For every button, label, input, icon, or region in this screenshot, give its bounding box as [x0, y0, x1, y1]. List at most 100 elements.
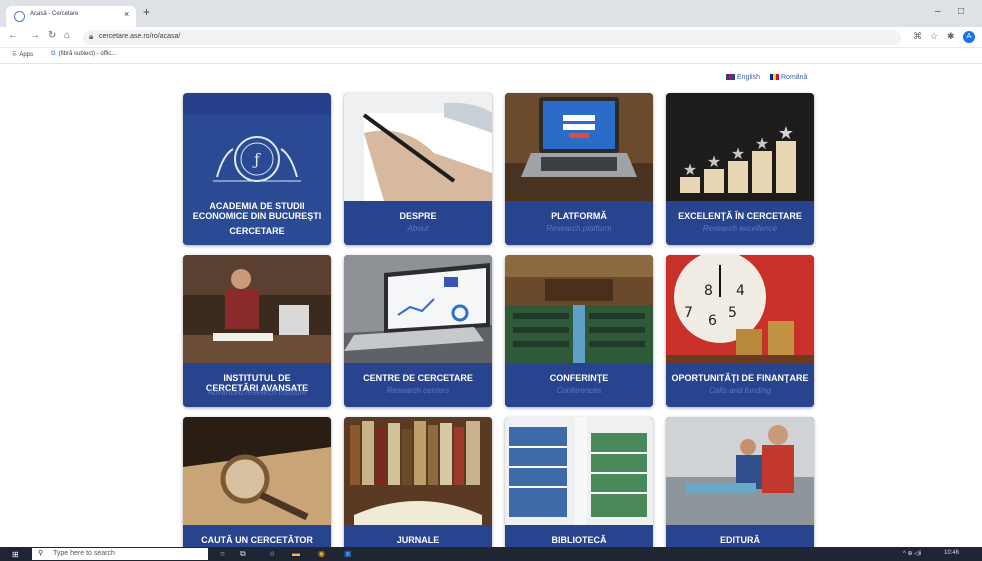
- apps-icon: ⠿: [12, 52, 17, 58]
- card-title: PLATFORMĂ: [551, 211, 607, 221]
- forward-icon[interactable]: →: [30, 30, 40, 41]
- card-platforma[interactable]: PLATFORMĂ Research platform: [505, 93, 653, 245]
- address-bar[interactable]: 🔒︎ cercetare.ase.ro/ro/acasa/: [83, 30, 901, 45]
- search-icon: ⚲: [38, 550, 44, 557]
- card-title: EXCELENŢĂ ÎN CERCETARE: [678, 211, 802, 221]
- laptop-login-image: [505, 93, 653, 201]
- tab-close-icon[interactable]: ×: [124, 9, 129, 19]
- restore-icon[interactable]: □: [958, 6, 964, 17]
- system-tray-icons[interactable]: ^ ⊕ ◁ⅱ: [903, 550, 922, 557]
- google-icon: G: [51, 51, 56, 57]
- reload-icon[interactable]: ↻: [48, 30, 56, 41]
- card-despre[interactable]: DESPRE About: [344, 93, 492, 245]
- writing-pen-image: [344, 93, 492, 201]
- task-view-icon[interactable]: ⧉: [240, 549, 246, 559]
- svg-text:6: 6: [708, 313, 717, 329]
- uk-flag-icon: [726, 74, 735, 81]
- card-biblioteca[interactable]: BIBLIOTECĂ: [505, 417, 653, 547]
- card-title: OPORTUNITĂŢI DE FINANŢARE: [671, 373, 809, 383]
- bookshelves-image: [505, 417, 653, 525]
- language-romanian-label: Română: [781, 74, 808, 81]
- svg-text:ƒ: ƒ: [252, 150, 261, 169]
- taskbar-search-placeholder: Type here to search: [53, 550, 115, 557]
- browser-window: Acasă - Cercetare × + – □ ← → ↻ ⌂ 🔒︎ cer…: [0, 0, 982, 561]
- lock-icon: 🔒︎: [89, 32, 94, 41]
- svg-text:7: 7: [684, 305, 693, 321]
- windows-taskbar: ⊞ ⚲ Type here to search ○ ⧉ e ▬ ◉ ▣ ^ ⊕ …: [0, 547, 982, 561]
- card-band: [666, 363, 814, 407]
- card-institut[interactable]: INSTITUTUL DE CERCETĂRI AVANSATE Advance…: [183, 255, 331, 407]
- windows-start-icon[interactable]: ⊞: [12, 550, 19, 559]
- library-student-image: [183, 255, 331, 363]
- word-icon[interactable]: ▣: [344, 549, 352, 558]
- card-excelenta[interactable]: ★ ★ ★ ★ ★ EXCELENŢĂ ÎN CERCETARE Researc…: [666, 93, 814, 245]
- card-title: DESPRE: [399, 211, 437, 221]
- taskbar-search-box[interactable]: ⚲ Type here to search: [32, 548, 208, 560]
- card-band: [505, 201, 653, 245]
- card-title-line: CERCETARE: [229, 226, 285, 236]
- edge-icon[interactable]: e: [270, 549, 274, 558]
- back-icon[interactable]: ←: [8, 30, 18, 41]
- card-title-line: INSTITUTUL DE: [223, 373, 291, 383]
- card-conferinte[interactable]: CONFERINŢE Conferences: [505, 255, 653, 407]
- bookmark-apps[interactable]: ⠿ Apps: [12, 51, 33, 58]
- new-tab-button[interactable]: +: [143, 5, 150, 19]
- translate-icon[interactable]: ⌘: [913, 31, 922, 42]
- bookmark-google[interactable]: G (fibrã subiect) - offic...: [51, 51, 116, 57]
- card-title: CENTRE DE CERCETARE: [363, 373, 473, 383]
- minimize-icon[interactable]: –: [935, 6, 941, 17]
- file-explorer-icon[interactable]: ▬: [292, 549, 300, 558]
- profile-avatar[interactable]: A: [963, 31, 975, 43]
- card-subtitle: Research platform: [546, 224, 612, 233]
- bookmark-star-icon[interactable]: ☆: [930, 31, 938, 42]
- svg-text:4: 4: [736, 283, 745, 299]
- card-title: EDITURĂ: [720, 535, 760, 545]
- svg-text:★: ★: [755, 134, 769, 153]
- card-subtitle: Calls and funding: [709, 386, 771, 395]
- card-title-line: ACADEMIA DE STUDII: [209, 201, 305, 211]
- home-icon[interactable]: ⌂: [64, 30, 70, 41]
- card-band: [505, 363, 653, 407]
- clock-time[interactable]: 10:46: [944, 550, 959, 556]
- card-title: ACADEMIA DE STUDII ECONOMICE DIN BUCUREŞ…: [187, 201, 327, 236]
- card-cauta-cercetator[interactable]: CAUTĂ UN CERCETĂTOR: [183, 417, 331, 547]
- svg-text:★: ★: [731, 144, 745, 163]
- bookmark-label: Apps: [19, 52, 34, 58]
- language-romanian-link[interactable]: Română: [770, 74, 807, 81]
- card-subtitle: Research centers: [386, 386, 450, 395]
- tab-title: Acasă - Cercetare: [30, 11, 79, 17]
- card-subtitle: Advanced research institute: [207, 388, 307, 397]
- bookmark-label: (fibrã subiect) - offic...: [58, 51, 117, 57]
- chrome-icon[interactable]: ◉: [318, 549, 325, 558]
- card-subtitle: Conferences: [556, 386, 602, 395]
- language-english-link[interactable]: English: [726, 74, 760, 81]
- card-title: BIBLIOTECĂ: [551, 535, 607, 545]
- svg-text:★: ★: [683, 160, 697, 179]
- card-title: CAUTĂ UN CERCETĂTOR: [201, 535, 313, 545]
- url-text: cercetare.ase.ro/ro/acasa/: [99, 33, 181, 40]
- ase-favicon-icon: [14, 11, 25, 22]
- card-finantare[interactable]: 8 7 6 5 4 OPORTUNITĂŢI DE FINANŢARE Call…: [666, 255, 814, 407]
- browser-toolbar: ← → ↻ ⌂ 🔒︎ cercetare.ase.ro/ro/acasa/ ⌘ …: [0, 27, 982, 48]
- svg-text:8: 8: [704, 283, 713, 299]
- books-image: [344, 417, 492, 525]
- romania-flag-icon: [770, 74, 779, 81]
- svg-text:★: ★: [778, 123, 794, 144]
- card-ase-cercetare[interactable]: ƒ ACADEMIA DE STUDII ECONOMICE DIN BUCUR…: [183, 93, 331, 245]
- language-english-label: English: [737, 74, 760, 81]
- card-jurnale[interactable]: JURNALE: [344, 417, 492, 547]
- extensions-icon[interactable]: ✱: [947, 31, 955, 42]
- svg-text:★: ★: [707, 152, 721, 171]
- tab-strip: Acasă - Cercetare × + – □: [0, 0, 982, 27]
- card-title-line: ECONOMICE DIN BUCUREŞTI: [192, 211, 322, 221]
- cortana-icon[interactable]: ○: [220, 549, 225, 558]
- svg-text:5: 5: [728, 305, 737, 321]
- card-subtitle: About: [407, 224, 429, 233]
- clock-coins-image: 8 7 6 5 4: [666, 255, 814, 363]
- laptop-charts-image: [344, 255, 492, 363]
- card-subtitle: Research excellence: [702, 224, 778, 233]
- page-content: English Română ƒ ACADEMIA DE STUDII ECON…: [0, 65, 982, 547]
- card-editura[interactable]: EDITURĂ: [666, 417, 814, 547]
- tab-acasa[interactable]: Acasă - Cercetare ×: [6, 6, 136, 27]
- card-centre[interactable]: CENTRE DE CERCETARE Research centers: [344, 255, 492, 407]
